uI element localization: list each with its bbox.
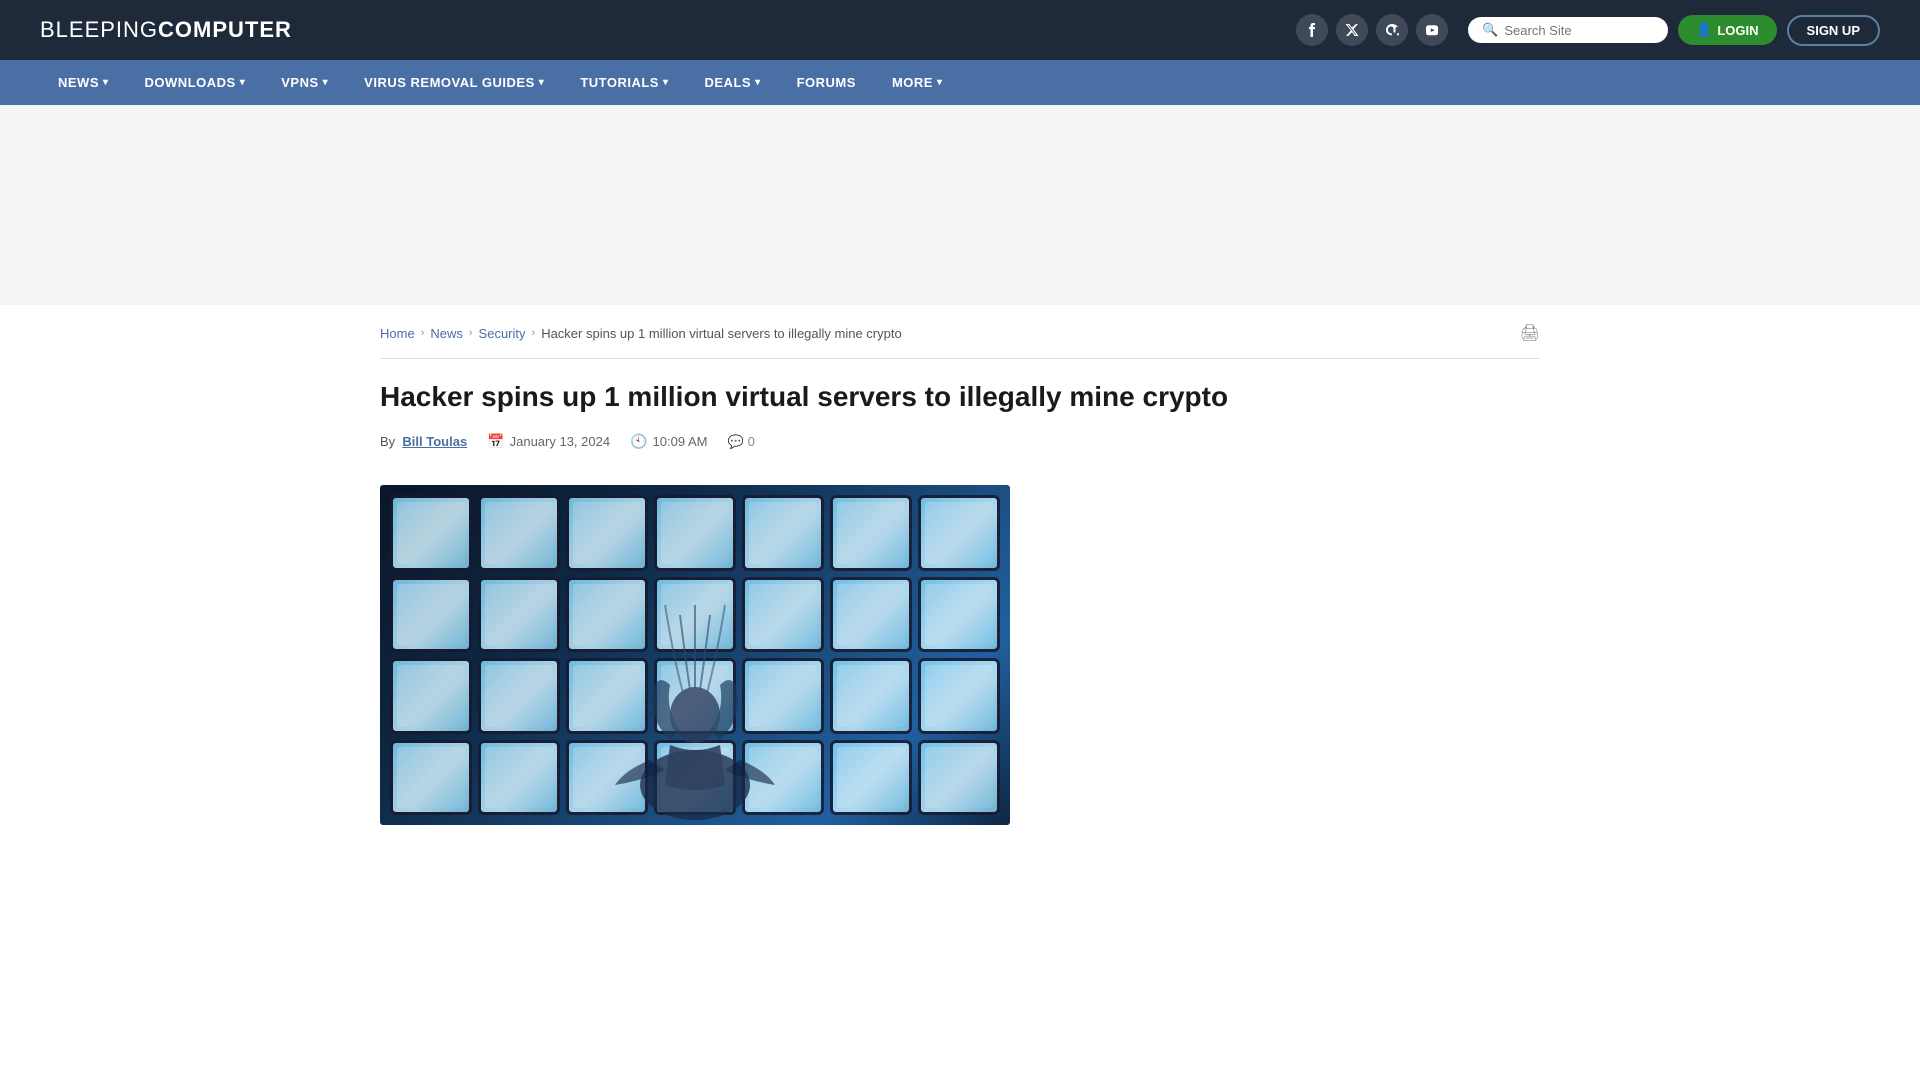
chevron-down-icon: ▾ (663, 77, 669, 88)
user-icon: 👤 (1696, 22, 1712, 38)
chevron-right-icon: › (469, 327, 473, 339)
nav-forums[interactable]: FORUMS (779, 60, 874, 105)
site-logo[interactable]: BLEEPINGCOMPUTER (40, 17, 292, 43)
chevron-down-icon: ▾ (937, 77, 943, 88)
nav-vpns[interactable]: VPNS ▾ (263, 60, 346, 105)
article-image (380, 485, 1010, 825)
twitter-icon[interactable] (1336, 14, 1368, 46)
article-main-column (380, 485, 1010, 825)
facebook-icon[interactable] (1296, 14, 1328, 46)
print-icon[interactable]: 🖨 (1520, 323, 1540, 343)
youtube-icon[interactable] (1416, 14, 1448, 46)
breadcrumb-current: Hacker spins up 1 million virtual server… (541, 326, 902, 341)
nav-deals[interactable]: DEALS ▾ (687, 60, 779, 105)
content-wrapper: Home › News › Security › Hacker spins up… (360, 305, 1560, 825)
header-right: 🔍 👤 LOGIN SIGN UP (1296, 14, 1880, 46)
main-nav: NEWS ▾ DOWNLOADS ▾ VPNS ▾ VIRUS REMOVAL … (0, 60, 1920, 105)
author-label: By Bill Toulas (380, 434, 467, 449)
comment-icon: 💬 (727, 434, 743, 450)
article-meta: By Bill Toulas 📅 January 13, 2024 🕙 10:0… (380, 433, 1540, 465)
article-date: 📅 January 13, 2024 (487, 433, 610, 450)
nav-more[interactable]: MORE ▾ (874, 60, 961, 105)
chevron-right-icon: › (532, 327, 536, 339)
search-input[interactable] (1504, 23, 1654, 38)
signup-button[interactable]: SIGN UP (1787, 15, 1880, 46)
article-hero-image (380, 485, 1010, 825)
chevron-down-icon: ▾ (103, 77, 109, 88)
nav-downloads[interactable]: DOWNLOADS ▾ (127, 60, 264, 105)
article-title: Hacker spins up 1 million virtual server… (380, 379, 1540, 415)
nav-virus-removal[interactable]: VIRUS REMOVAL GUIDES ▾ (346, 60, 562, 105)
calendar-icon: 📅 (487, 433, 504, 450)
chevron-down-icon: ▾ (323, 77, 329, 88)
chevron-down-icon: ▾ (539, 77, 545, 88)
breadcrumb-home[interactable]: Home (380, 326, 415, 341)
site-header: BLEEPINGCOMPUTER 🔍 👤 LOGIN SIGN UP (0, 0, 1920, 60)
chevron-down-icon: ▾ (240, 77, 246, 88)
author-link[interactable]: Bill Toulas (402, 434, 467, 449)
search-icon: 🔍 (1482, 22, 1498, 38)
clock-icon: 🕙 (630, 433, 647, 450)
login-button[interactable]: 👤 LOGIN (1678, 15, 1776, 45)
nav-tutorials[interactable]: TUTORIALS ▾ (562, 60, 686, 105)
chevron-right-icon: › (421, 327, 425, 339)
nav-news[interactable]: NEWS ▾ (40, 60, 127, 105)
advertisement-banner (0, 105, 1920, 305)
chevron-down-icon: ▾ (755, 77, 761, 88)
breadcrumb: Home › News › Security › Hacker spins up… (380, 305, 1540, 359)
article-body (380, 485, 1540, 825)
social-icons (1296, 14, 1448, 46)
article-time: 🕙 10:09 AM (630, 433, 707, 450)
search-box[interactable]: 🔍 (1468, 17, 1668, 43)
sidebar-column (1040, 485, 1540, 825)
mastodon-icon[interactable] (1376, 14, 1408, 46)
breadcrumb-news[interactable]: News (430, 326, 463, 341)
comments-count[interactable]: 💬 0 (727, 434, 754, 450)
hacker-figure (595, 585, 795, 825)
breadcrumb-security[interactable]: Security (479, 326, 526, 341)
